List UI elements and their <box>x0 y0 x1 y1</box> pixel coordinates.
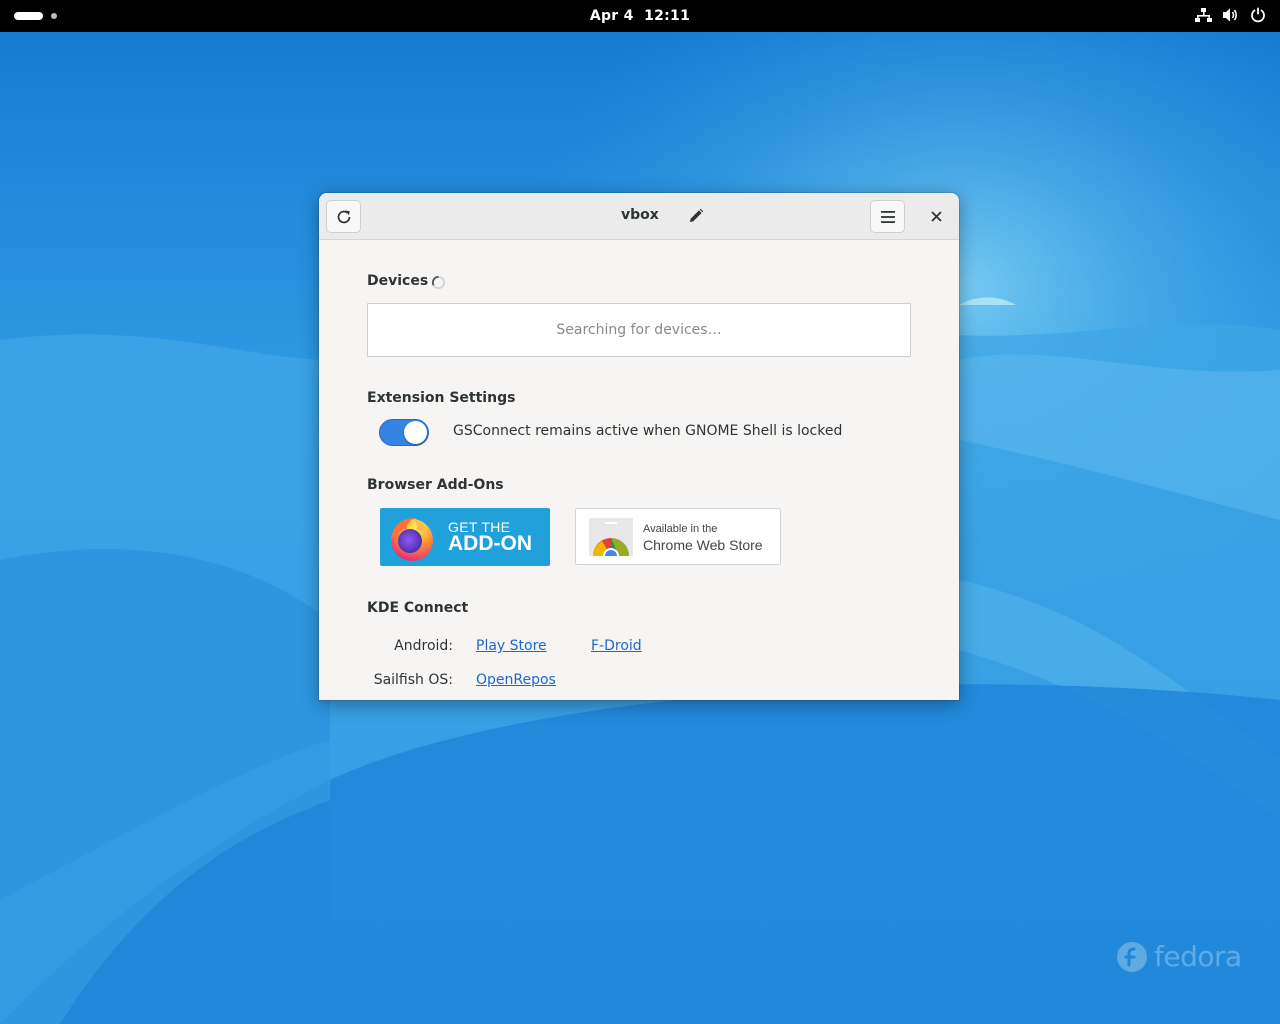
network-icon <box>1195 8 1212 22</box>
fedora-logo-icon <box>1117 941 1147 972</box>
loading-spinner-icon <box>431 275 446 290</box>
devices-heading: Devices <box>367 273 429 289</box>
hamburger-menu-icon <box>880 210 895 223</box>
chrome-web-store-icon <box>589 518 633 556</box>
window-title: vbox <box>621 207 659 223</box>
openrepos-link[interactable]: OpenRepos <box>476 672 556 688</box>
devices-list: Searching for devices… <box>367 303 911 357</box>
clock-time: 12:11 <box>644 8 691 24</box>
pencil-icon <box>690 208 704 222</box>
system-menu-button[interactable] <box>1195 7 1266 23</box>
workspace-indicator-active <box>14 12 43 20</box>
firefox-addon-button[interactable]: GET THE ADD-ON <box>380 508 550 566</box>
chrome-badge-line2: Chrome Web Store <box>643 537 763 553</box>
fedora-watermark: fedora <box>1116 940 1242 973</box>
browser-addons-heading: Browser Add-Ons <box>367 477 504 493</box>
devices-placeholder: Searching for devices… <box>556 322 722 338</box>
main-menu-button[interactable] <box>870 200 905 233</box>
keep-alive-when-locked-switch[interactable] <box>379 419 429 446</box>
workspace-indicator <box>51 13 57 19</box>
android-label: Android: <box>394 638 453 654</box>
clock-date: Apr 4 <box>589 8 634 24</box>
close-icon <box>930 210 942 222</box>
fedora-wordmark: fedora <box>1154 940 1242 973</box>
firefox-logo-icon <box>391 518 433 561</box>
power-icon <box>1251 7 1265 23</box>
top-bar: Apr 4 12:11 <box>0 0 1280 32</box>
switch-knob <box>404 421 427 444</box>
firefox-badge-line2: ADD-ON <box>448 532 532 555</box>
chrome-web-store-button[interactable]: Available in the Chrome Web Store <box>575 508 781 565</box>
chrome-badge-line1: Available in the <box>643 523 718 535</box>
kde-connect-heading: KDE Connect <box>367 600 469 616</box>
clock-button[interactable]: Apr 4 12:11 <box>590 8 690 24</box>
header-bar: vbox <box>319 193 959 240</box>
refresh-icon <box>337 210 350 223</box>
close-button[interactable] <box>923 203 949 229</box>
sailfish-os-label: Sailfish OS: <box>373 672 453 688</box>
f-droid-link[interactable]: F-Droid <box>591 638 642 654</box>
refresh-button[interactable] <box>326 200 361 233</box>
keep-alive-when-locked-label: GSConnect remains active when GNOME Shel… <box>453 423 843 439</box>
clock: Apr 4 12:11 <box>0 0 1280 32</box>
play-store-link[interactable]: Play Store <box>476 638 547 654</box>
volume-icon <box>1223 8 1238 22</box>
activities-button[interactable] <box>14 11 57 21</box>
extension-settings-heading: Extension Settings <box>367 390 516 406</box>
rename-button[interactable] <box>685 205 707 227</box>
gsconnect-preferences-window: vbox Devices Searching for devices… Exte… <box>319 193 959 700</box>
